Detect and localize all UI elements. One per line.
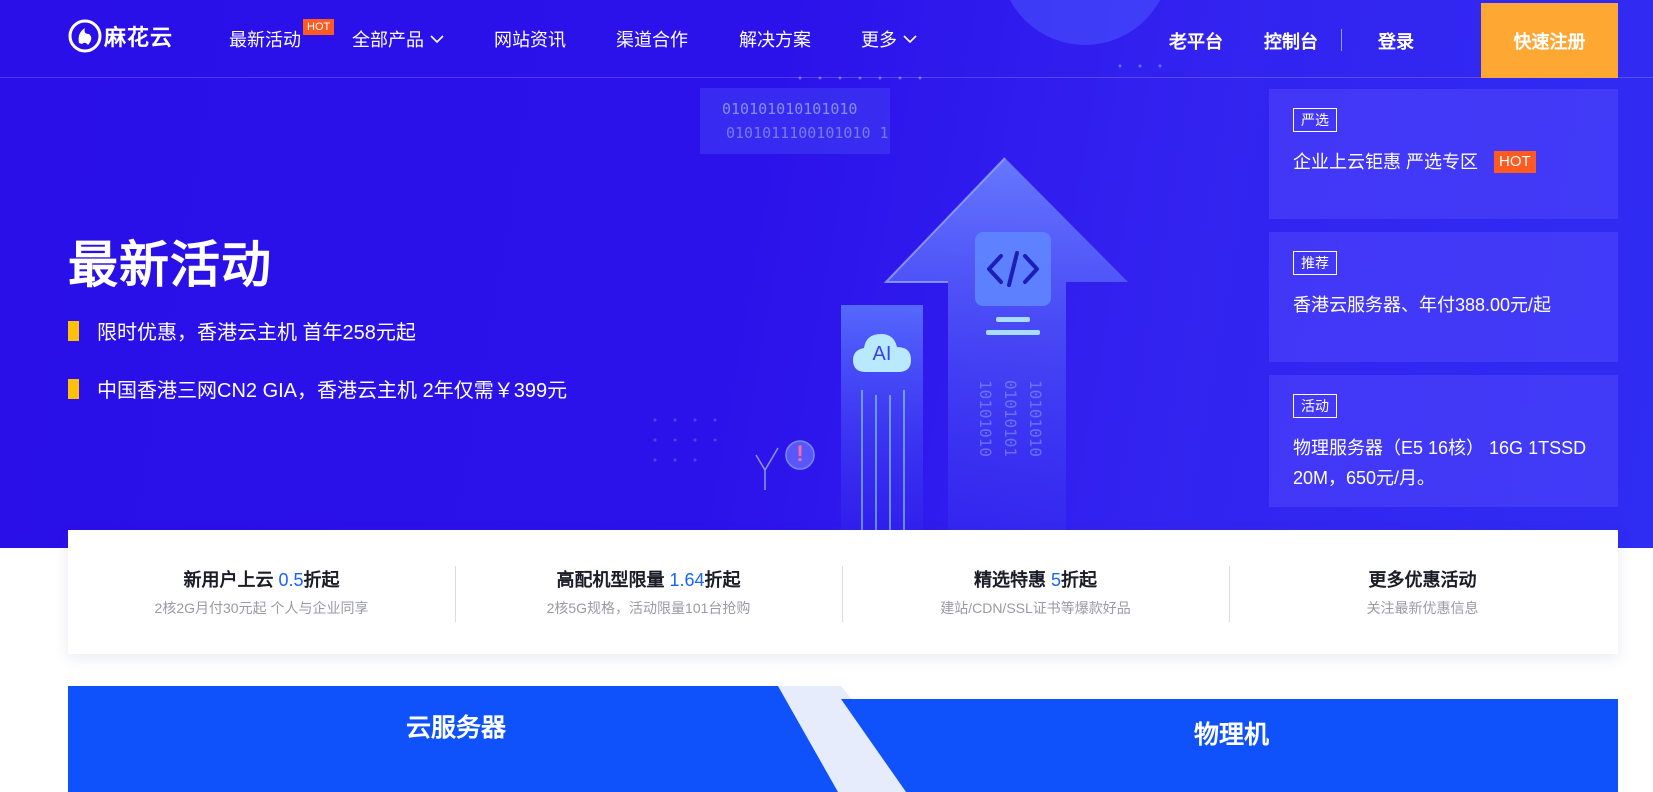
nav-item-label: 更多	[861, 30, 897, 50]
binary-line-1: 010101010101010	[722, 100, 858, 118]
ai-label: AI	[872, 343, 892, 365]
svg-text:01010101: 01010101	[1001, 380, 1020, 457]
promo-text-label: 企业上云钜惠 严选专区	[1293, 152, 1478, 172]
benefit-title: 更多优惠活动	[1229, 566, 1616, 592]
benefit-highlight: 1.64	[669, 570, 705, 590]
svg-text:10101010: 10101010	[976, 380, 995, 457]
bullet-text: 限时优惠，香港云主机 首年258元起	[97, 322, 416, 344]
logo-text: 麻花云	[104, 25, 174, 50]
hero-title: 最新活动	[68, 237, 272, 293]
console-link[interactable]: 控制台	[1264, 28, 1318, 54]
benefit-title-pre: 新用户上云	[183, 570, 279, 590]
nav-item-channel[interactable]: 渠道合作	[616, 26, 688, 52]
promo-text: 企业上云钜惠 严选专区 HOT	[1293, 147, 1598, 177]
benefit-title: 精选特惠 5折起	[842, 566, 1229, 592]
promo-text: 香港云服务器、年付388.00元/起	[1293, 295, 1552, 315]
benefit-title: 高配机型限量 1.64折起	[455, 566, 842, 592]
benefit-item-more-deals[interactable]: 更多优惠活动 关注最新优惠信息	[1229, 530, 1616, 654]
benefit-highlight: 5	[1051, 570, 1062, 590]
nav-item-label: 全部产品	[352, 30, 424, 50]
nav-item-label: 最新活动	[229, 30, 301, 50]
benefit-highlight: 0.5	[278, 570, 304, 590]
nav-item-label: 渠道合作	[616, 30, 688, 50]
chevron-down-icon	[430, 35, 444, 44]
promo-card-recommend[interactable]: 推荐 香港云服务器、年付388.00元/起	[1269, 232, 1618, 362]
benefit-subtitle: 建站/CDN/SSL证书等爆款好品	[940, 600, 1131, 616]
logo-flame-icon	[68, 19, 102, 53]
tab-shapes	[68, 686, 1618, 792]
benefit-title-pre: 精选特惠	[973, 570, 1051, 590]
old-platform-link[interactable]: 老平台	[1169, 28, 1223, 54]
ai-cloud-icon: AI	[850, 328, 914, 378]
nav-item-latest-activity[interactable]: 最新活动	[229, 26, 301, 52]
hot-badge: HOT	[1494, 151, 1536, 173]
bullet-marker	[68, 320, 79, 341]
hot-badge: HOT	[303, 19, 335, 35]
quick-register-button[interactable]: 快速注册	[1481, 3, 1618, 78]
promo-tag: 活动	[1293, 394, 1337, 418]
hero-bullet-2[interactable]: 中国香港三网CN2 GIA，香港云主机 2年仅需￥399元	[68, 374, 567, 403]
benefit-item-new-user[interactable]: 新用户上云 0.5折起 2核2G月付30元起 个人与企业同享	[68, 530, 455, 654]
benefit-title-pre: 更多优惠活动	[1368, 570, 1477, 590]
benefit-bar: 新用户上云 0.5折起 2核2G月付30元起 个人与企业同享 高配机型限量 1.…	[68, 530, 1618, 654]
promo-text: 物理服务器（E5 16核） 16G 1TSSD 20M，650元/月。	[1293, 438, 1587, 488]
nav-item-news[interactable]: 网站资讯	[494, 26, 566, 52]
tab-cloud-server[interactable]: 云服务器	[406, 708, 506, 744]
site-logo[interactable]: 麻花云	[68, 18, 173, 54]
benefit-subtitle: 关注最新优惠信息	[1366, 600, 1479, 616]
benefit-title-post: 折起	[303, 570, 340, 590]
nav-item-solutions[interactable]: 解决方案	[739, 26, 811, 52]
exclamation-icon: !	[796, 441, 804, 466]
benefit-item-high-config[interactable]: 高配机型限量 1.64折起 2核5G规格，活动限量101台抢购	[455, 530, 842, 654]
benefit-item-selected-deals[interactable]: 精选特惠 5折起 建站/CDN/SSL证书等爆款好品	[842, 530, 1229, 654]
svg-text:10101010: 10101010	[1026, 380, 1045, 457]
login-link[interactable]: 登录	[1378, 28, 1414, 54]
promo-card-featured[interactable]: 严选 企业上云钜惠 严选专区 HOT	[1269, 89, 1618, 219]
benefit-subtitle: 2核5G规格，活动限量101台抢购	[546, 600, 751, 616]
benefit-title: 新用户上云 0.5折起	[68, 566, 455, 592]
benefit-title-post: 折起	[1061, 570, 1098, 590]
nav-item-label: 网站资讯	[494, 30, 566, 50]
nav-item-more[interactable]: 更多	[861, 26, 917, 52]
promo-tag: 推荐	[1293, 251, 1337, 275]
top-navbar: 麻花云 最新活动 HOT 全部产品 网站资讯 渠道合作 解决方案 更多 老平台 …	[0, 0, 1653, 78]
hero-bullet-1[interactable]: 限时优惠，香港云主机 首年258元起	[68, 316, 416, 345]
tab-physical-machine[interactable]: 物理机	[1194, 715, 1269, 751]
benefit-title-post: 折起	[704, 570, 741, 590]
nav-item-all-products[interactable]: 全部产品	[352, 26, 444, 52]
promo-tag: 严选	[1293, 108, 1337, 132]
promo-card-activity[interactable]: 活动 物理服务器（E5 16核） 16G 1TSSD 20M，650元/月。	[1269, 375, 1618, 507]
code-brackets-icon	[987, 251, 1039, 287]
product-tabs: 云服务器 物理机	[68, 686, 1618, 792]
benefit-title-pre: 高配机型限量	[556, 570, 670, 590]
binary-line-2: 0101011100101010 1	[726, 124, 889, 142]
nav-item-label: 解决方案	[739, 30, 811, 50]
bullet-text: 中国香港三网CN2 GIA，香港云主机 2年仅需￥399元	[97, 380, 568, 402]
nav-divider	[1341, 29, 1342, 51]
chevron-down-icon	[903, 35, 917, 44]
bullet-marker	[68, 378, 79, 399]
benefit-subtitle: 2核2G月付30元起 个人与企业同享	[154, 600, 369, 616]
